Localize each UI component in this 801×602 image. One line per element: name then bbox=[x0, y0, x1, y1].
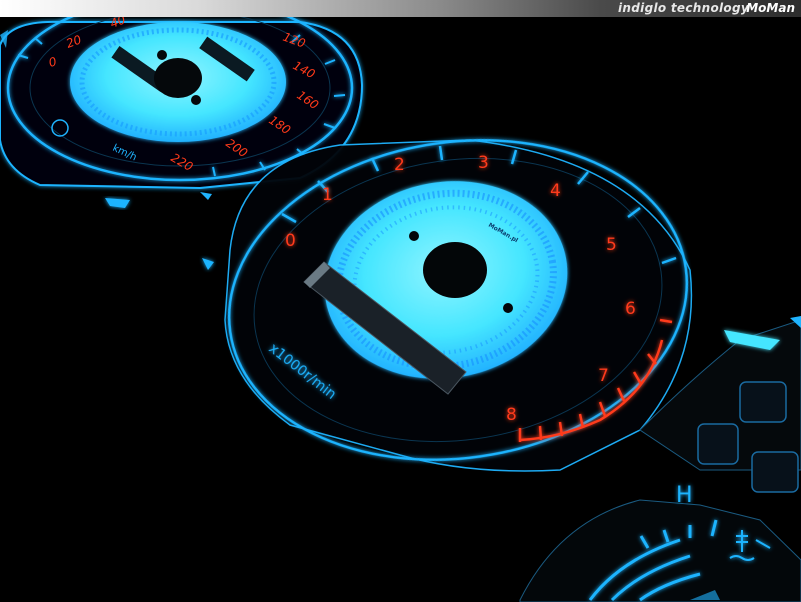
tachometer-tick-label: 2 bbox=[394, 155, 405, 175]
tachometer-tick-label: 4 bbox=[550, 181, 561, 201]
banner: indiglo technology MoMan bbox=[0, 0, 801, 17]
speedometer-hub bbox=[154, 58, 202, 98]
tachometer: 0 1 2 3 4 5 6 7 8 x1000r/min MoMan.pl bbox=[224, 139, 693, 472]
tachometer-tick-label: 0 bbox=[285, 231, 296, 251]
tachometer-tick-label: 6 bbox=[625, 299, 636, 319]
tachometer-tick-label: 5 bbox=[606, 235, 617, 255]
tachometer-tick-label: 3 bbox=[478, 153, 489, 173]
banner-text: indiglo technology bbox=[618, 1, 749, 15]
tachometer-tick-label: 1 bbox=[322, 185, 333, 205]
temperature-gauge: H bbox=[519, 483, 801, 602]
tachometer-hub bbox=[423, 242, 487, 298]
banner-brand-logo: MoMan bbox=[746, 1, 795, 15]
instrument-cluster-photo: 0 20 40 120 140 160 180 200 220 km/h 0 1… bbox=[0, 17, 801, 602]
temperature-gauge-hot-label: H bbox=[676, 483, 693, 508]
indicator-glow bbox=[202, 258, 214, 270]
tachometer-tick-label: 8 bbox=[506, 405, 517, 425]
tachometer-tick-label: 7 bbox=[598, 366, 609, 386]
